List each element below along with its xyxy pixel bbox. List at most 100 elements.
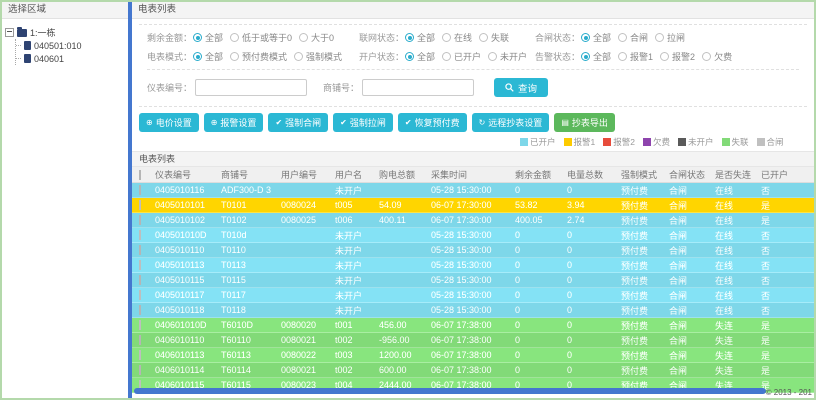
table-cell: T0102 xyxy=(221,215,247,225)
radio-option[interactable]: 大于0 xyxy=(299,31,334,44)
radio-dot xyxy=(655,33,665,42)
filter-group: 合闸状态： 全部 合闸 拉闸 xyxy=(535,31,692,44)
table-cell: 3.94 xyxy=(567,200,585,210)
table-row: 0405010118 T0118 未开户 05-28 15:30:00 0 0 预付费 合闸 在… xyxy=(132,303,814,318)
radio-option[interactable]: 已开户 xyxy=(442,50,481,63)
column-header: 用户名 xyxy=(335,170,363,180)
table-cell: 合闸 xyxy=(669,320,688,331)
radio-option[interactable]: 预付费模式 xyxy=(230,50,287,63)
radio-dot xyxy=(193,52,203,61)
select-all-checkbox[interactable] xyxy=(139,169,141,180)
meter-no-input[interactable] xyxy=(195,79,308,96)
radio-option[interactable]: 全部 xyxy=(193,31,223,44)
row-checkbox-cell xyxy=(132,215,152,225)
table-cell: ADF300-D 3 xyxy=(221,185,272,195)
row-checkbox[interactable] xyxy=(139,305,141,315)
table-cell: 在线 xyxy=(715,200,734,211)
radio-option[interactable]: 失联 xyxy=(479,31,509,44)
restore-prepaid-button[interactable]: ✔ 恢复预付费 xyxy=(397,113,467,132)
tree-node[interactable]: 040501:010 xyxy=(16,39,125,52)
row-checkbox[interactable] xyxy=(139,350,141,360)
shop-no-input[interactable] xyxy=(362,79,475,96)
table-cell: 预付费 xyxy=(621,245,649,256)
legend-swatch xyxy=(678,138,686,146)
row-checkbox[interactable] xyxy=(139,290,141,300)
row-checkbox[interactable] xyxy=(139,260,141,270)
filter-group: 联网状态： 全部 在线 失联 xyxy=(359,31,535,44)
table-cell: 040501010D xyxy=(155,230,207,240)
table-cell: 在线 xyxy=(715,215,734,226)
row-checkbox[interactable] xyxy=(139,245,141,255)
alarm-setting-button[interactable]: ⊕ 报警设置 xyxy=(203,113,264,132)
tree-node-label: 040501:010 xyxy=(34,40,82,51)
radio-option[interactable]: 未开户 xyxy=(488,50,527,63)
row-checkbox-cell xyxy=(132,275,152,285)
table-cell: 0 xyxy=(515,335,521,345)
row-checkbox[interactable] xyxy=(139,215,141,225)
table-cell: 未开户 xyxy=(335,275,363,286)
radio-option[interactable]: 全部 xyxy=(581,31,611,44)
file-icon: ▤ xyxy=(561,117,569,127)
radio-option[interactable]: 低于或等于0 xyxy=(230,31,292,44)
table-cell: 06-07 17:30:00 xyxy=(431,215,492,225)
legend-swatch xyxy=(721,138,730,146)
radio-label: 报警2 xyxy=(672,52,696,62)
tree-connector xyxy=(16,58,21,59)
radio-label: 全部 xyxy=(593,33,612,43)
table-cell: 在线 xyxy=(715,260,734,271)
row-checkbox[interactable] xyxy=(139,320,141,330)
row-checkbox[interactable] xyxy=(139,275,141,285)
force-close-button[interactable]: ✔ 强制合闸 xyxy=(268,113,329,132)
radio-option[interactable]: 报警2 xyxy=(660,50,695,63)
plus-circle-icon: ⊕ xyxy=(210,117,218,127)
filter-row-2: 电表模式： 全部 预付费模式 强制模式 开户状态： 全部 已开户 未开户 告警状态： 全部 报警1 报… xyxy=(147,47,799,66)
radio-dot xyxy=(442,52,452,61)
radio-option[interactable]: 欠费 xyxy=(702,50,732,63)
collapse-icon[interactable] xyxy=(5,28,14,37)
table-cell: 0405010110 xyxy=(155,245,205,255)
radio-option[interactable]: 全部 xyxy=(581,50,611,63)
remote-reading-button[interactable]: ↻ 远程抄表设置 xyxy=(471,113,550,132)
radio-option[interactable]: 报警1 xyxy=(618,50,653,63)
filter-group: 剩余金额： 全部 低于或等于0 大于0 xyxy=(147,31,359,44)
price-setting-button[interactable]: ⊕ 电价设置 xyxy=(139,113,199,132)
radio-label: 全部 xyxy=(205,33,224,43)
row-checkbox[interactable] xyxy=(139,200,141,210)
table-cell: 400.05 xyxy=(515,215,543,225)
radio-option[interactable]: 拉闸 xyxy=(655,31,685,44)
table-cell: T60110 xyxy=(221,335,251,345)
table-cell: 是 xyxy=(761,350,771,361)
row-checkbox[interactable] xyxy=(139,185,141,195)
horizontal-scrollbar[interactable] xyxy=(134,388,766,394)
tree-root-node[interactable]: 1:一栋 xyxy=(5,26,125,39)
table-cell: 在线 xyxy=(715,185,734,196)
tree-node[interactable]: 040601 xyxy=(16,52,125,65)
toolbar-button-label: 强制拉闸 xyxy=(349,118,386,128)
table-row: 0405010116 ADF300-D 3 未开户 05-28 15:30:00 0 0 预… xyxy=(132,183,814,198)
search-row: 仪表编号： 商铺号： 查询 xyxy=(147,69,799,106)
row-checkbox-cell xyxy=(132,230,152,240)
table-cell: T0113 xyxy=(221,260,246,270)
force-open-button[interactable]: ✔ 强制拉闸 xyxy=(333,113,393,132)
table-cell: 0 xyxy=(515,185,521,195)
search-button[interactable]: 查询 xyxy=(494,78,549,97)
table-cell: 05-28 15:30:00 xyxy=(431,245,492,255)
radio-option[interactable]: 在线 xyxy=(442,31,472,44)
legend-swatch xyxy=(520,138,528,146)
toolbar-button-label: 电价设置 xyxy=(155,118,192,128)
row-checkbox[interactable] xyxy=(139,335,141,345)
table-cell: 未开户 xyxy=(335,185,363,196)
legend-item: 已开户 xyxy=(520,136,556,148)
table-cell: 0406010114 xyxy=(155,365,205,375)
radio-option[interactable]: 强制模式 xyxy=(294,50,342,63)
radio-option[interactable]: 全部 xyxy=(193,50,223,63)
table-cell: 否 xyxy=(761,230,771,241)
refresh-icon: ↻ xyxy=(478,117,486,127)
export-readings-button[interactable]: ▤ 抄表导出 xyxy=(554,113,615,132)
legend-swatch xyxy=(603,138,612,146)
row-checkbox[interactable] xyxy=(139,365,141,375)
row-checkbox[interactable] xyxy=(139,230,141,240)
radio-option[interactable]: 全部 xyxy=(405,31,435,44)
radio-option[interactable]: 合闸 xyxy=(618,31,648,44)
radio-option[interactable]: 全部 xyxy=(405,50,435,63)
